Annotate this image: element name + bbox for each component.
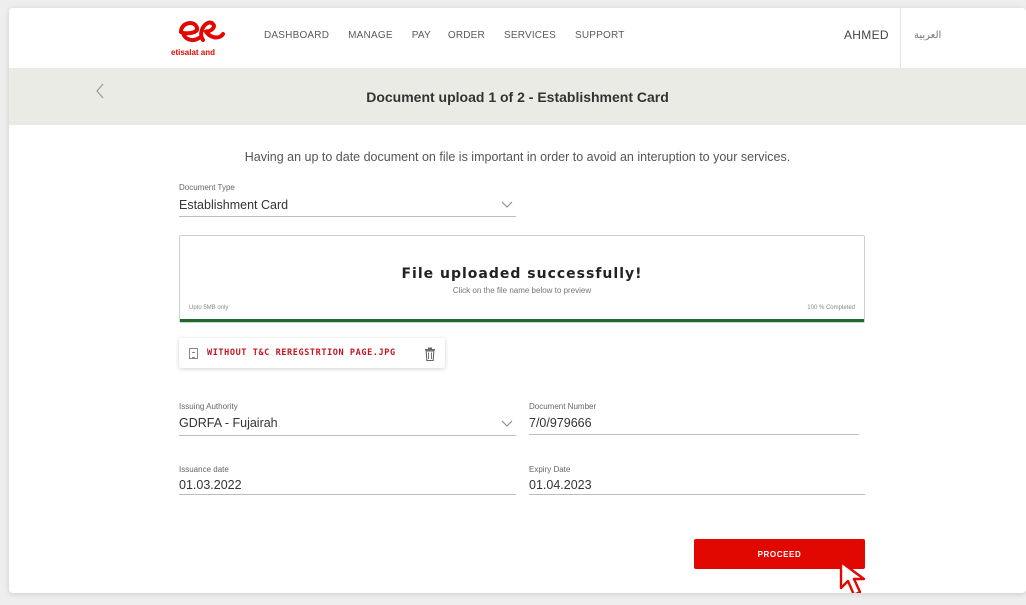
issuing-authority-label: Issuing Authority — [179, 402, 238, 411]
upload-progress-text: 100 % Completed — [807, 305, 855, 311]
expiry-date-underline — [529, 494, 865, 495]
header-divider — [900, 8, 901, 68]
upload-progress-bar — [180, 319, 864, 322]
upload-status-title: File uploaded successfully! — [401, 266, 643, 282]
mouse-pointer-icon — [839, 560, 866, 593]
document-type-label: Document Type — [179, 183, 235, 192]
document-number-value[interactable]: 7/0/979666 — [529, 416, 592, 430]
logo-text: etisalat and — [171, 48, 216, 57]
document-number-label: Document Number — [529, 402, 597, 411]
document-type-value: Establishment Card — [179, 198, 289, 212]
upload-dropzone[interactable]: File uploaded successfully! Click on the… — [179, 235, 865, 323]
issuing-authority-value: GDRFA - Fujairah — [179, 416, 278, 430]
expiry-date-value[interactable]: 01.04.2023 — [529, 478, 592, 492]
file-icon — [189, 348, 198, 359]
user-name[interactable]: AHMED — [844, 28, 889, 42]
main-nav: DASHBOARD MANAGE PAY ORDER SERVICES SUPP… — [264, 30, 644, 41]
etisalat-logo[interactable]: etisalat and — [171, 14, 231, 62]
issuance-date-label: Issuance date — [179, 465, 229, 474]
issuing-authority-underline — [179, 435, 516, 436]
nav-dashboard[interactable]: DASHBOARD — [264, 30, 329, 41]
title-bar: Document upload 1 of 2 - Establishment C… — [9, 68, 1026, 125]
intro-text: Having an up to date document on file is… — [244, 150, 791, 164]
app-window: etisalat and DASHBOARD MANAGE PAY ORDER … — [9, 8, 1026, 593]
chevron-down-icon — [501, 420, 513, 427]
uploaded-file-chip[interactable]: WITHOUT T&C REREGSTRTION PAGE.JPG — [179, 338, 445, 368]
nav-order[interactable]: ORDER — [448, 30, 485, 41]
top-header: etisalat and DASHBOARD MANAGE PAY ORDER … — [9, 8, 1026, 68]
uploaded-file-name[interactable]: WITHOUT T&C REREGSTRTION PAGE.JPG — [207, 348, 396, 358]
issuance-date-value[interactable]: 01.03.2022 — [179, 478, 242, 492]
trash-icon[interactable] — [424, 347, 436, 361]
nav-manage[interactable]: MANAGE — [348, 30, 393, 41]
language-toggle[interactable]: العربية — [914, 30, 941, 41]
chevron-down-icon — [501, 201, 513, 208]
nav-support[interactable]: SUPPORT — [575, 30, 625, 41]
expiry-date-label: Expiry Date — [529, 465, 571, 474]
etisalat-logo-mark — [179, 20, 225, 43]
nav-pay[interactable]: PAY — [412, 30, 431, 41]
upload-size-limit: Upto 5MB only — [189, 305, 229, 311]
nav-services[interactable]: SERVICES — [504, 30, 556, 41]
document-type-underline — [179, 216, 516, 217]
page-title: Document upload 1 of 2 - Establishment C… — [366, 89, 669, 105]
upload-status-subtitle: Click on the file name below to preview — [452, 286, 592, 295]
issuance-date-underline — [179, 494, 516, 495]
document-number-underline — [529, 434, 859, 435]
